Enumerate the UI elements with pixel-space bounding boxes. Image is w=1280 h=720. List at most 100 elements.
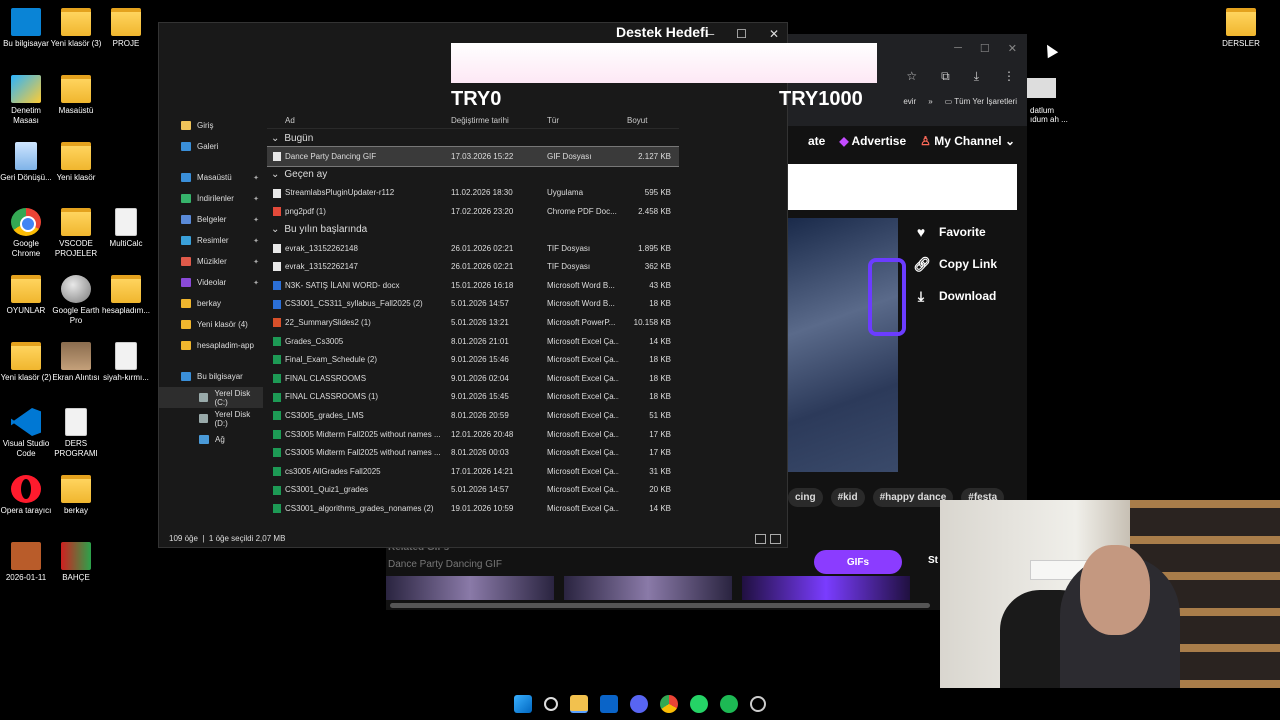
desktop-icon[interactable]: BAHÇE (50, 542, 102, 583)
desktop-icon[interactable]: Denetim Masası (0, 75, 52, 126)
group-header[interactable]: ⌄ Geçen ay (267, 166, 679, 184)
sidebar-item[interactable]: Yeni klasör (4) (159, 314, 263, 335)
file-row[interactable]: StreamlabsPluginUpdater-r112 11.02.2026 1… (267, 184, 679, 203)
nav-advertise[interactable]: ◆ Advertise (839, 134, 906, 148)
file-row[interactable]: cs3005 AllGrades Fall2025 17.01.2026 14:2… (267, 462, 679, 481)
pin-icon[interactable]: ✦ (253, 279, 259, 287)
desktop-icon[interactable]: Masaüstü (50, 75, 102, 116)
bookmarks-folder[interactable]: ▭ Tüm Yer İşaretleri (945, 97, 1017, 106)
favorite-button[interactable]: ♥ Favorite (913, 225, 986, 239)
sidebar-item[interactable]: Galeri (159, 136, 263, 157)
chevron-right-icon[interactable]: » (928, 97, 932, 106)
sidebar-item[interactable]: Müzikler ✦ (159, 251, 263, 272)
outlook-icon[interactable] (600, 695, 618, 713)
star-icon[interactable]: ☆ (906, 69, 917, 83)
horizontal-scrollbar[interactable] (390, 603, 930, 608)
desktop-icon-label-partial[interactable]: datlum ıdum ah ... (1030, 106, 1068, 124)
file-row[interactable]: CS3005 Midterm Fall2025 without names ..… (267, 425, 679, 444)
desktop-icon[interactable]: Yeni klasör (3) (50, 8, 102, 49)
file-row[interactable]: evrak_13152262148 26.01.2026 02:21 TIF Dos… (267, 239, 679, 258)
nav-create[interactable]: ate (808, 134, 825, 148)
file-row[interactable]: 22_SummarySlides2 (1) 5.01.2026 13:21 Micr… (267, 313, 679, 332)
desktop-icon[interactable]: VSCODE PROJELER (50, 208, 102, 259)
desktop-icon[interactable]: Bu bilgisayar (0, 8, 52, 49)
desktop-icon[interactable]: Opera tarayıcı (0, 475, 52, 516)
desktop-icon[interactable]: 2026-01-11 (0, 542, 52, 583)
streamlabs-icon[interactable] (750, 696, 766, 712)
sidebar-item[interactable]: Belgeler ✦ (159, 209, 263, 230)
file-row[interactable]: FINAL CLASSROOMS 9.01.2026 02:04 Microsoft… (267, 369, 679, 388)
sidebar-item[interactable]: Videolar ✦ (159, 272, 263, 293)
tag[interactable]: #kid (830, 488, 865, 507)
tag[interactable]: cing (788, 488, 823, 507)
extensions-icon[interactable]: ⧉ (941, 69, 950, 84)
sidebar-item[interactable]: Masaüstü ✦ (159, 167, 263, 188)
nav-my-channel[interactable]: ♙ My Channel ⌄ (920, 134, 1015, 148)
column-modified[interactable]: Değiştirme tarihi (451, 116, 509, 125)
pin-icon[interactable]: ✦ (253, 237, 259, 245)
sidebar-item[interactable]: Resimler ✦ (159, 230, 263, 251)
desktop-icon[interactable]: Ekran Alıntısı (50, 342, 102, 383)
gifs-tab-button[interactable]: GIFs (814, 550, 902, 574)
desktop-icon[interactable]: DERS PROGRAMI (50, 408, 102, 459)
maximize-icon[interactable]: ☐ (980, 42, 990, 55)
thumbnail-icon[interactable] (1026, 78, 1056, 98)
desktop-icon[interactable]: Yeni klasör (2) (0, 342, 52, 383)
details-view-icon[interactable] (755, 534, 766, 544)
related-gif-thumb[interactable] (386, 576, 554, 600)
chrome-icon[interactable] (660, 695, 678, 713)
file-row[interactable]: CS3005_grades_LMS 8.01.2026 20:59 Microsof… (267, 406, 679, 425)
desktop-icon[interactable]: PROJE (100, 8, 152, 49)
menu-icon[interactable]: ⋮ (1003, 69, 1015, 83)
discord-icon[interactable] (630, 695, 648, 713)
tiles-view-icon[interactable] (770, 534, 781, 544)
desktop-icon-dersler[interactable]: DERSLER (1215, 8, 1267, 49)
desktop-icon[interactable]: Google Chrome (0, 208, 52, 259)
file-row[interactable]: Grades_Cs3005 8.01.2026 21:01 Microsoft Ex… (267, 332, 679, 351)
spotify-icon[interactable] (720, 695, 738, 713)
desktop-icon[interactable]: hesapladım... (100, 275, 152, 316)
sidebar-item[interactable]: Bu bilgisayar (159, 366, 263, 387)
column-size[interactable]: Boyut (627, 116, 647, 125)
related-gif-thumb[interactable] (564, 576, 732, 600)
file-row[interactable]: evrak_13152262147 26.01.2026 02:21 TIF Dos… (267, 257, 679, 276)
pin-icon[interactable]: ✦ (253, 174, 259, 182)
whatsapp-icon[interactable] (690, 695, 708, 713)
stickers-tab-partial[interactable]: St (928, 555, 938, 566)
file-explorer-icon[interactable] (570, 695, 588, 713)
close-icon[interactable]: ✕ (769, 27, 779, 41)
pin-icon[interactable]: ✦ (253, 258, 259, 266)
sidebar-item[interactable]: Yerel Disk (C:) (159, 387, 263, 408)
minimize-icon[interactable]: ─ (954, 42, 962, 54)
sidebar-item[interactable]: hesapladim-app (159, 335, 263, 356)
desktop-icon[interactable]: MultiCalc (100, 208, 152, 249)
desktop-icon[interactable]: OYUNLAR (0, 275, 52, 316)
desktop-icon[interactable]: Yeni klasör (50, 142, 102, 183)
related-gif-thumb[interactable] (742, 576, 910, 600)
maximize-icon[interactable]: ☐ (736, 27, 747, 41)
search-icon[interactable] (544, 697, 558, 711)
desktop-icon[interactable]: Visual Studio Code (0, 408, 52, 459)
file-row[interactable]: CS3001_Quiz1_grades 5.01.2026 14:57 Micros… (267, 481, 679, 500)
desktop-icon[interactable]: siyah-kırmı... (100, 342, 152, 383)
column-name[interactable]: Ad (285, 116, 295, 125)
pin-icon[interactable]: ✦ (253, 216, 259, 224)
file-row[interactable]: N3K- SATIŞ İLANI WORD- docx 15.01.2026 16… (267, 276, 679, 295)
desktop-icon[interactable]: Google Earth Pro (50, 275, 102, 326)
group-header[interactable]: ⌄ Bugün (267, 129, 679, 147)
column-type[interactable]: Tür (547, 116, 559, 125)
file-row[interactable]: FINAL CLASSROOMS (1) 9.01.2026 15:45 Micro… (267, 388, 679, 407)
start-icon[interactable] (514, 695, 532, 713)
file-row[interactable]: png2pdf (1) 17.02.2026 23:20 Chrome PDF Do… (267, 202, 679, 221)
sidebar-item[interactable]: Ağ (159, 429, 263, 450)
close-icon[interactable]: ✕ (1008, 42, 1017, 55)
file-row[interactable]: CS3005 Midterm Fall2025 without names ..… (267, 443, 679, 462)
sidebar-item[interactable]: Giriş (159, 115, 263, 136)
group-header[interactable]: ⌄ Bu yılın başlarında (267, 221, 679, 239)
pin-icon[interactable]: ✦ (253, 195, 259, 203)
file-row[interactable]: CS3001_CS311_syllabus_Fall2025 (2) 5.01.2… (267, 295, 679, 314)
desktop-icon[interactable]: Geri Dönüşü... (0, 142, 52, 183)
download-button[interactable]: ⤓ Download (913, 289, 996, 303)
sidebar-item[interactable]: Yerel Disk (D:) (159, 408, 263, 429)
sidebar-item[interactable]: berkay (159, 293, 263, 314)
